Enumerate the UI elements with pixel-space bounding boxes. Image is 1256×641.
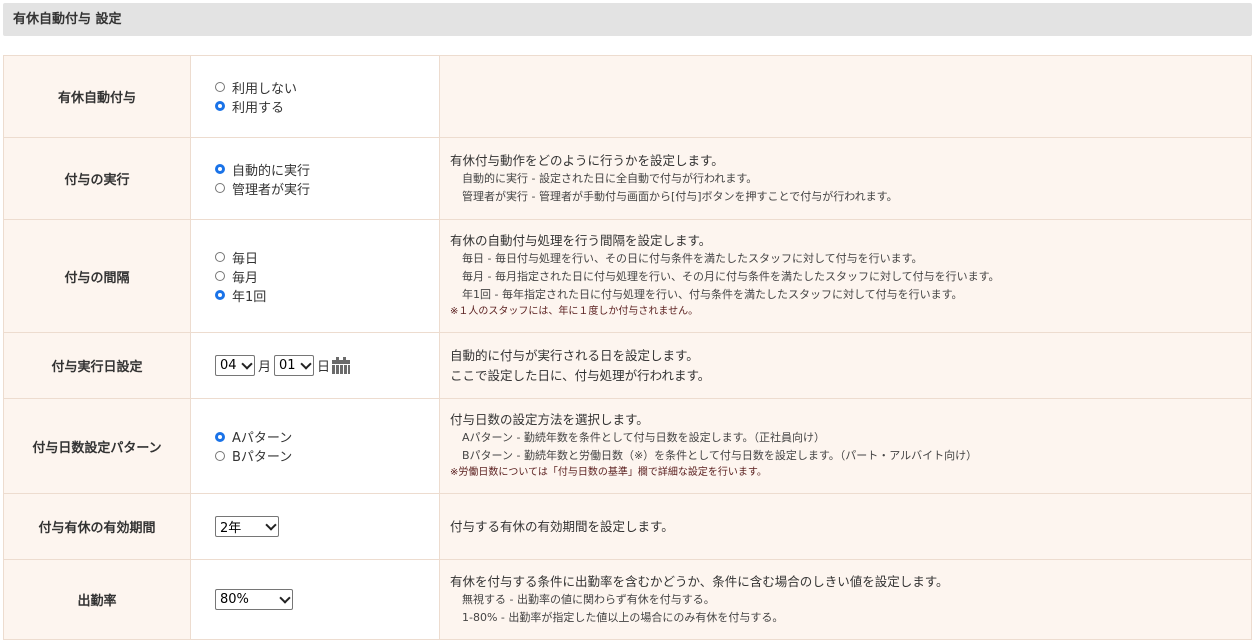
- control-auto-grant: 利用しない 利用する: [190, 55, 440, 138]
- radio-execution-admin[interactable]: 管理者が実行: [215, 179, 439, 198]
- settings-table: 有休自動付与 利用しない 利用する 付与の実行 自動的に実行 管理者が実行 有休…: [3, 55, 1252, 640]
- desc-main: 有休の自動付与処理を行う間隔を設定します。: [450, 233, 712, 248]
- radio-button[interactable]: [215, 252, 225, 262]
- control-interval: 毎日 毎月 年1回: [190, 219, 440, 333]
- section-title: 有休自動付与 設定: [3, 3, 1252, 36]
- row-attendance: 出勤率 80% 有休を付与する条件に出勤率を含むかどうか、条件に含む場合のしきい…: [3, 559, 1252, 640]
- attendance-value: 80%: [220, 592, 249, 607]
- desc-exec-date: 自動的に付与が実行される日を設定します。 ここで設定した日に、付与処理が行われま…: [439, 332, 1252, 399]
- month-unit: 月: [258, 360, 272, 375]
- calendar-icon[interactable]: [332, 357, 351, 374]
- radio-button-checked[interactable]: [215, 164, 225, 174]
- label-days-pattern: 付与日数設定パターン: [3, 398, 191, 494]
- desc-sub: 毎日 - 毎日付与処理を行い、その日に付与条件を満たしたスタッフに対して付与を行…: [462, 252, 923, 265]
- attendance-select[interactable]: 80%: [215, 589, 293, 610]
- control-exec-date: 04 月 01 日: [190, 332, 440, 399]
- row-validity: 付与有休の有効期間 2年 付与する有休の有効期間を設定します。: [3, 493, 1252, 560]
- desc-interval: 有休の自動付与処理を行う間隔を設定します。 毎日 - 毎日付与処理を行い、その日…: [439, 219, 1252, 333]
- validity-select[interactable]: 2年: [215, 516, 279, 537]
- row-exec-date: 付与実行日設定 04 月 01 日 自動的に付与が実行される日を設定します。 こ…: [3, 332, 1252, 399]
- chevron-down-icon: [300, 357, 312, 370]
- label-attendance: 出勤率: [3, 559, 191, 640]
- day-value: 01: [279, 358, 296, 373]
- desc-main: 付与する有休の有効期間を設定します。: [450, 518, 674, 534]
- label-auto-grant: 有休自動付与: [3, 55, 191, 138]
- radio-pattern-a[interactable]: Aパターン: [215, 427, 439, 446]
- chevron-down-icon: [265, 518, 277, 531]
- desc-sub: 自動的に実行 - 設定された日に全自動で付与が行われます。: [462, 171, 758, 185]
- desc-note: ※１人のスタッフには、年に１度しか付与されません。: [450, 306, 699, 317]
- radio-label: 利用しない: [232, 81, 298, 97]
- radio-interval-daily[interactable]: 毎日: [215, 248, 439, 267]
- control-attendance: 80%: [190, 559, 440, 640]
- desc-main: 有休付与動作をどのように行うかを設定します。: [450, 152, 724, 168]
- row-execution: 付与の実行 自動的に実行 管理者が実行 有休付与動作をどのように行うかを設定しま…: [3, 137, 1252, 220]
- control-validity: 2年: [190, 493, 440, 560]
- radio-label: 利用する: [232, 100, 285, 116]
- desc-main: 自動的に付与が実行される日を設定します。: [450, 347, 699, 363]
- row-auto-grant: 有休自動付与 利用しない 利用する: [3, 55, 1252, 138]
- radio-pattern-b[interactable]: Bパターン: [215, 446, 439, 465]
- radio-label: 毎日: [232, 251, 259, 267]
- radio-button-checked[interactable]: [215, 101, 225, 111]
- radio-auto-grant-off[interactable]: 利用しない: [215, 78, 439, 97]
- desc-main: 有休を付与する条件に出勤率を含むかどうか、条件に含む場合のしきい値を設定します。: [450, 573, 949, 589]
- label-interval: 付与の間隔: [3, 219, 191, 333]
- desc-days-pattern: 付与日数の設定方法を選択します。 Aパターン - 勤続年数を条件として付与日数を…: [439, 398, 1252, 494]
- row-interval: 付与の間隔 毎日 毎月 年1回 有休の自動付与処理を行う間隔を設定します。 毎日…: [3, 219, 1252, 333]
- radio-label: 自動的に実行: [232, 163, 311, 179]
- radio-button[interactable]: [215, 271, 225, 281]
- desc-sub: 管理者が実行 - 管理者が手動付与画面から[付与]ボタンを押すことで付与が行われ…: [462, 189, 898, 203]
- radio-button[interactable]: [215, 82, 225, 92]
- desc-auto-grant: [439, 55, 1252, 138]
- radio-execution-auto[interactable]: 自動的に実行: [215, 160, 439, 179]
- label-exec-date: 付与実行日設定: [3, 332, 191, 399]
- desc-sub: 1-80% - 出勤率が指定した値以上の場合にのみ有休を付与する。: [462, 610, 784, 624]
- chevron-down-icon: [241, 357, 253, 370]
- validity-value: 2年: [220, 521, 242, 536]
- radio-button-checked[interactable]: [215, 290, 225, 300]
- desc-sub: 毎月 - 毎月指定された日に付与処理を行い、その月に付与条件を満たしたスタッフに…: [462, 270, 1000, 283]
- radio-button-checked[interactable]: [215, 431, 225, 442]
- radio-label: 毎月: [232, 270, 259, 286]
- day-unit: 日: [317, 360, 331, 375]
- desc-attendance: 有休を付与する条件に出勤率を含むかどうか、条件に含む場合のしきい値を設定します。…: [439, 559, 1252, 640]
- desc-note: ※労働日数については「付与日数の基準」欄で詳細な設定を行います。: [450, 467, 767, 478]
- desc-sub: Bパターン - 勤続年数と労働日数（※）を条件として付与日数を設定します。（パー…: [462, 449, 978, 462]
- desc-validity: 付与する有休の有効期間を設定します。: [439, 493, 1252, 560]
- radio-label: 管理者が実行: [232, 182, 311, 198]
- control-days-pattern: Aパターン Bパターン: [190, 398, 440, 494]
- month-select[interactable]: 04: [215, 355, 255, 376]
- desc-sub: 年1回 - 毎年指定された日に付与処理を行い、付与条件を満たしたスタッフに対して…: [462, 288, 963, 301]
- desc-sub: 無視する - 出勤率の値に関わらず有休を付与する。: [462, 592, 715, 606]
- desc-main: ここで設定した日に、付与処理が行われます。: [450, 367, 711, 383]
- month-value: 04: [220, 358, 237, 373]
- row-days-pattern: 付与日数設定パターン Aパターン Bパターン 付与日数の設定方法を選択します。 …: [3, 398, 1252, 494]
- radio-label: Bパターン: [232, 450, 293, 465]
- date-picker: 04 月 01 日: [215, 355, 439, 376]
- radio-button[interactable]: [215, 183, 225, 193]
- desc-sub: Aパターン - 勤続年数を条件として付与日数を設定します。（正社員向け）: [462, 431, 826, 444]
- chevron-down-icon: [279, 591, 291, 604]
- label-execution: 付与の実行: [3, 137, 191, 220]
- radio-label: Aパターン: [232, 431, 293, 446]
- label-validity: 付与有休の有効期間: [3, 493, 191, 560]
- desc-main: 付与日数の設定方法を選択します。: [450, 412, 649, 427]
- radio-auto-grant-on[interactable]: 利用する: [215, 97, 439, 116]
- radio-interval-yearly[interactable]: 年1回: [215, 286, 439, 305]
- radio-label: 年1回: [232, 289, 267, 305]
- radio-interval-monthly[interactable]: 毎月: [215, 267, 439, 286]
- control-execution: 自動的に実行 管理者が実行: [190, 137, 440, 220]
- radio-button[interactable]: [215, 450, 225, 461]
- desc-execution: 有休付与動作をどのように行うかを設定します。 自動的に実行 - 設定された日に全…: [439, 137, 1252, 220]
- day-select[interactable]: 01: [274, 355, 315, 376]
